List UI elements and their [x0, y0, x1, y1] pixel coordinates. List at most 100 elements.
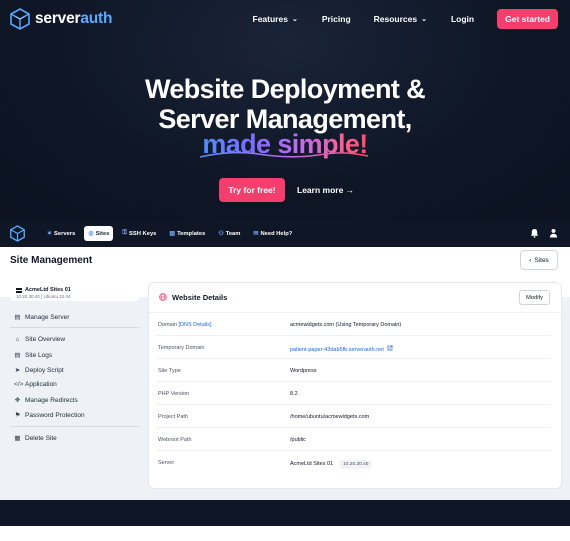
- panel-header: Website Details Modify: [149, 283, 561, 313]
- trash-icon: ▦: [14, 435, 21, 442]
- detail-row-site-type: Site Type Wordpress: [157, 359, 551, 382]
- brand-logo[interactable]: serverauth: [10, 8, 112, 30]
- learn-more-link[interactable]: Learn more →: [297, 185, 354, 195]
- sidebar-item-label: Deploy Script: [25, 366, 64, 374]
- server-group-icon: ✶: [47, 231, 53, 237]
- detail-value: /public: [290, 437, 306, 443]
- tab-ssh-keys[interactable]: ⚿ SSH Keys: [118, 226, 160, 241]
- sidebar-item-label: Site Logs: [25, 351, 53, 359]
- detail-value: Wordpress: [290, 368, 317, 374]
- brand-name-part1: server: [35, 10, 81, 27]
- tab-templates[interactable]: ▤ Templates: [165, 226, 209, 241]
- server-details: 10.20.30.40 | Ubuntu 22.04: [16, 294, 71, 299]
- brand-name-part2: auth: [80, 10, 113, 27]
- panel-title: Website Details: [172, 293, 228, 302]
- sidebar-item-site-overview[interactable]: ⌂ Site Overview: [14, 336, 66, 343]
- sidebar-item-application[interactable]: </> Application: [14, 381, 57, 388]
- detail-label: Webroot Path: [158, 437, 192, 443]
- sidebar: AcmeLtd Sites 01 10.20.30.40 | Ubuntu 22…: [10, 283, 140, 442]
- detail-value: /home/ubuntu/acmewidgets.com: [290, 414, 370, 420]
- tab-need-help[interactable]: ✉ Need Help?: [249, 226, 296, 241]
- sidebar-divider: [10, 327, 140, 328]
- nav-features-label: Features: [252, 14, 288, 24]
- nav-login-label: Login: [450, 14, 475, 24]
- detail-value: AcmeLtd Sites 01: [290, 461, 334, 467]
- detail-row-project-path: Project Path /home/ubuntu/acmewidgets.co…: [157, 405, 551, 428]
- detail-label: Site Type: [158, 368, 181, 374]
- sidebar-item-site-logs[interactable]: ▤ Site Logs: [14, 351, 53, 360]
- squiggle-underline-icon: [199, 151, 369, 158]
- detail-label: Server: [158, 460, 175, 466]
- page-bottom: [0, 526, 570, 541]
- sidebar-item-password-protection[interactable]: ⚑ Password Protection: [14, 411, 85, 420]
- sidebar-divider: [10, 426, 140, 427]
- sidebar-item-manage-redirects[interactable]: ✥ Manage Redirects: [14, 396, 78, 405]
- cube-logo-icon: [10, 8, 30, 30]
- user-icon[interactable]: [549, 228, 558, 238]
- dns-details-link[interactable]: [DNS Details]: [178, 322, 211, 328]
- nav-pricing[interactable]: Pricing: [322, 14, 351, 24]
- server-name: AcmeLtd Sites 01: [25, 287, 71, 293]
- chevron-down-icon: ⌄: [291, 16, 298, 23]
- detail-label: Project Path: [158, 414, 188, 420]
- detail-label: PHP Version: [158, 391, 190, 397]
- back-to-sites-button[interactable]: ‹ Sites: [520, 250, 558, 270]
- app-navbar: ✶ Servers ◎ Sites ⚿ SSH Keys ▤ Templates…: [0, 221, 570, 247]
- tab-need-help-label: Need Help?: [260, 230, 293, 237]
- sidebar-item-label: Manage Server: [25, 313, 70, 321]
- temporary-domain-link[interactable]: patient-paper-43dab5fb.serverauth.net: [290, 345, 393, 353]
- hero-section: serverauth Features ⌄ Pricing Resources …: [0, 0, 570, 221]
- sidebar-item-label: Application: [25, 381, 57, 388]
- layers-icon: ▤: [169, 231, 176, 237]
- detail-label: Temporary Domain: [158, 345, 205, 351]
- redirect-icon: ✥: [14, 397, 21, 404]
- sidebar-item-delete-site[interactable]: ▦ Delete Site: [14, 434, 57, 443]
- nav-login[interactable]: Login: [451, 14, 474, 24]
- server-icon: [16, 287, 22, 293]
- detail-row-temporary-domain: Temporary Domain patient-paper-43dab5fb.…: [157, 336, 551, 359]
- hero-headline: Website Deployment & Server Management,: [0, 74, 570, 134]
- nav-resources[interactable]: Resources ⌄: [374, 14, 427, 24]
- server-card[interactable]: AcmeLtd Sites 01 10.20.30.40 | Ubuntu 22…: [10, 283, 140, 301]
- website-details-panel: Website Details Modify Domain [DNS Detai…: [149, 283, 561, 488]
- file-icon: ▤: [14, 352, 21, 359]
- external-link-icon: [388, 345, 393, 351]
- tab-servers[interactable]: ✶ Servers: [43, 226, 79, 241]
- cube-logo-icon[interactable]: [10, 225, 25, 242]
- detail-value: patient-paper-43dab5fb.serverauth.net: [290, 347, 384, 353]
- globe-icon: [159, 293, 167, 301]
- detail-row-domain: Domain [DNS Details] acmewidgets.com (Us…: [157, 313, 551, 336]
- tab-servers-label: Servers: [54, 230, 76, 237]
- hero-headline-line1: Website Deployment &: [144, 74, 426, 104]
- nav-pricing-label: Pricing: [321, 14, 351, 24]
- detail-row-server: Server AcmeLtd Sites 01 10.20.30.40: [157, 451, 551, 474]
- code-icon: </>: [14, 381, 24, 388]
- tab-sites-label: Sites: [95, 230, 110, 237]
- back-to-sites-label: Sites: [534, 256, 549, 264]
- sidebar-item-label: Password Protection: [25, 411, 85, 419]
- ip-address-badge: 10.20.30.40: [339, 460, 373, 469]
- bell-icon[interactable]: [530, 228, 539, 238]
- get-started-button[interactable]: Get started: [497, 9, 558, 29]
- globe-icon: ◎: [88, 231, 94, 237]
- detail-value: acmewidgets.com (Using Temporary Domain): [290, 322, 402, 328]
- sidebar-item-label: Delete Site: [25, 434, 57, 442]
- try-for-free-button[interactable]: Try for free!: [219, 178, 285, 202]
- modify-button[interactable]: Modify: [519, 290, 550, 305]
- tab-templates-label: Templates: [177, 230, 206, 237]
- sidebar-item-label: Manage Redirects: [25, 396, 78, 404]
- tab-team[interactable]: ⚇ Team: [214, 226, 244, 241]
- sidebar-item-deploy-script[interactable]: ➤ Deploy Script: [14, 366, 64, 375]
- detail-label: Domain: [158, 322, 177, 328]
- sidebar-item-label: Site Overview: [25, 336, 66, 343]
- tab-sites[interactable]: ◎ Sites: [84, 226, 114, 241]
- chevron-down-icon: ⌄: [421, 16, 427, 23]
- chevron-left-icon: ‹: [529, 256, 532, 264]
- top-navigation: serverauth Features ⌄ Pricing Resources …: [0, 0, 570, 38]
- rocket-icon: ➤: [14, 367, 21, 374]
- tab-team-label: Team: [225, 230, 241, 237]
- nav-features[interactable]: Features ⌄: [253, 14, 298, 24]
- lock-icon: ⚑: [14, 412, 21, 419]
- detail-value: 8.2: [290, 391, 298, 397]
- sidebar-item-manage-server[interactable]: ▤ Manage Server: [14, 313, 70, 322]
